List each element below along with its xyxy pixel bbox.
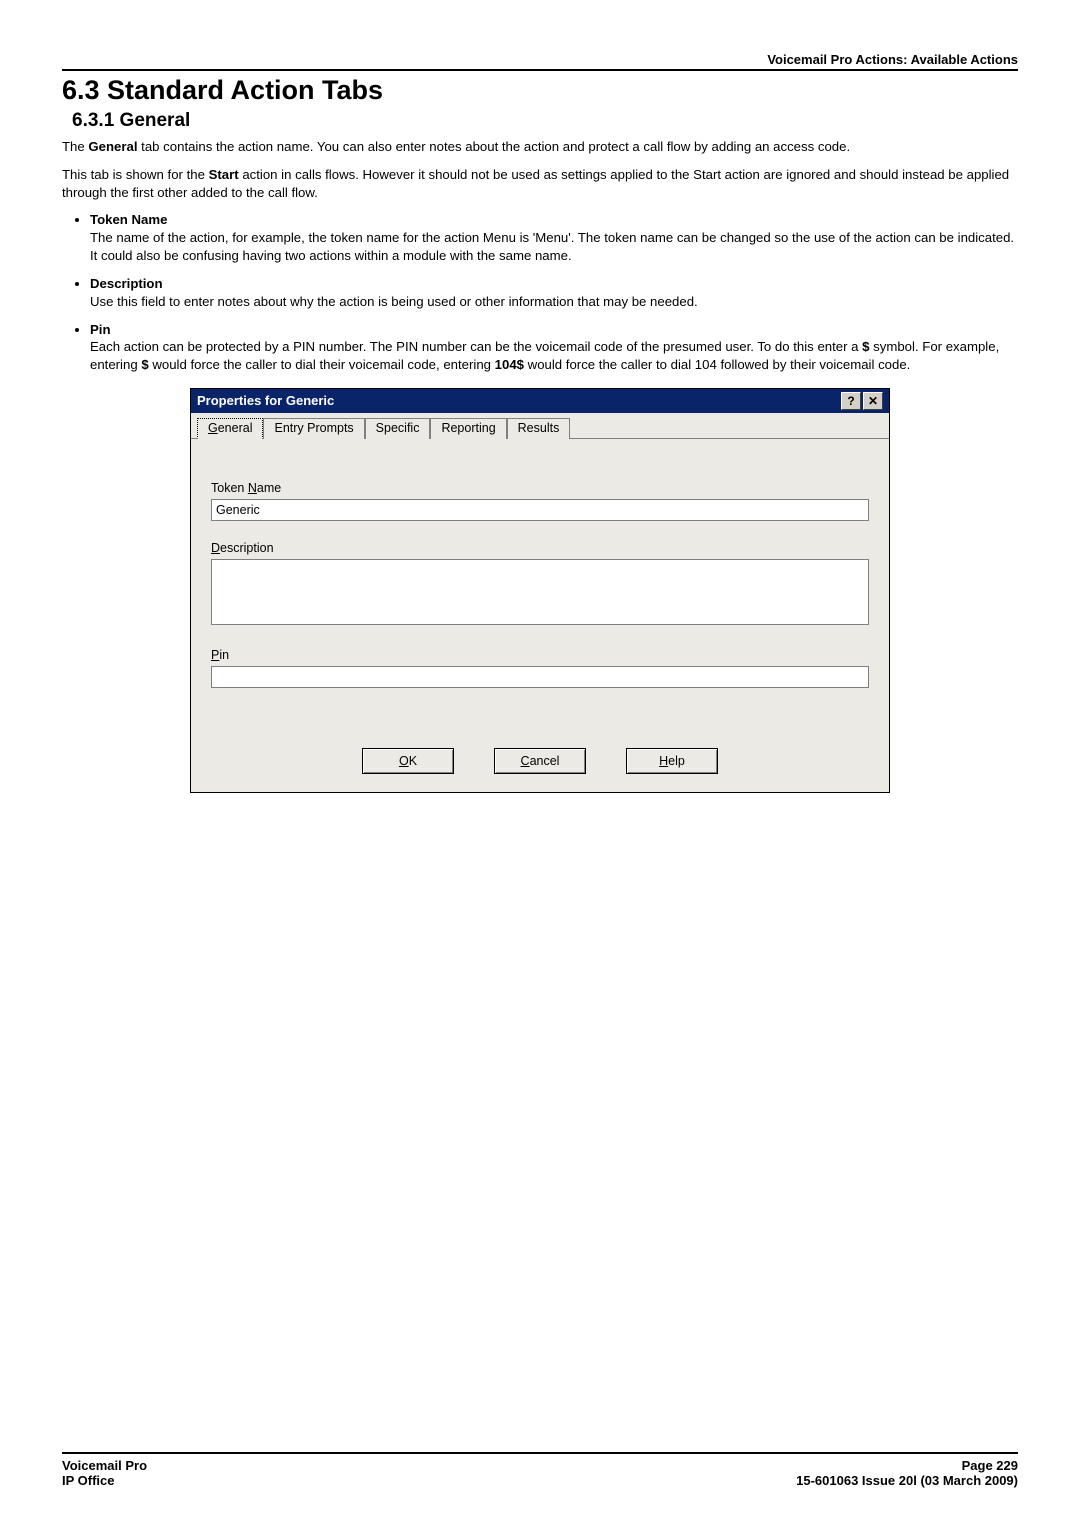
footer-left-2: IP Office [62,1473,115,1488]
p1-bold: General [88,139,137,154]
footer-left-1: Voicemail Pro [62,1458,147,1473]
token-label-post: ame [257,481,281,495]
p2-bold: Start [209,167,239,182]
cancel-button[interactable]: Cancel [494,748,586,774]
bullet-body-1: Use this field to enter notes about why … [90,294,698,309]
desc-label-post: escription [220,541,274,555]
tab-reporting[interactable]: Reporting [430,418,506,439]
ok-button[interactable]: OK [362,748,454,774]
description-label: Description [211,541,869,555]
ok-u: O [399,754,409,768]
bullet-pin-b2: $ [141,357,148,372]
bullet-title-0: Token Name [90,212,167,227]
bullet-description: Description Use this field to enter note… [90,275,1018,311]
properties-dialog: Properties for Generic ? ✕ General Entry… [190,388,890,793]
help-icon[interactable]: ? [841,392,861,410]
dialog-title: Properties for Generic [197,393,334,408]
pin-label: Pin [211,648,869,662]
pin-input[interactable] [211,666,869,688]
bottom-rule [62,1452,1018,1454]
cancel-t: ancel [530,754,560,768]
tab-general-t: eneral [218,421,253,435]
token-label-pre: Token [211,481,248,495]
help-button[interactable]: Help [626,748,718,774]
bullet-token-name: Token Name The name of the action, for e… [90,211,1018,264]
footer-right-2: 15-601063 Issue 20l (03 March 2009) [796,1473,1018,1488]
p2-pre: This tab is shown for the [62,167,209,182]
tab-entry-prompts[interactable]: Entry Prompts [263,418,364,439]
description-input[interactable] [211,559,869,625]
ok-t: K [409,754,417,768]
intro-paragraph-2: This tab is shown for the Start action i… [62,166,1018,202]
tab-general-u: G [208,421,218,435]
footer-right-1: Page 229 [962,1458,1018,1473]
help-t: elp [668,754,685,768]
token-label-u: N [248,481,257,495]
p1-post: tab contains the action name. You can al… [138,139,851,154]
section-title: 6.3 Standard Action Tabs [62,75,1018,106]
bullet-list: Token Name The name of the action, for e… [62,211,1018,374]
top-rule [62,69,1018,71]
bullet-body-0: The name of the action, for example, the… [90,230,1014,263]
section-subtitle: 6.3.1 General [72,110,1018,132]
help-u: H [659,754,668,768]
tab-strip: General Entry Prompts Specific Reporting… [191,413,889,439]
tab-specific[interactable]: Specific [365,418,431,439]
bullet-pin-post: would force the caller to dial 104 follo… [524,357,910,372]
page-footer: Voicemail Pro Page 229 IP Office 15-6010… [62,1452,1018,1488]
bullet-pin-pre: Each action can be protected by a PIN nu… [90,339,862,354]
dialog-titlebar: Properties for Generic ? ✕ [191,389,889,413]
bullet-pin: Pin Each action can be protected by a PI… [90,321,1018,374]
cancel-u: C [521,754,530,768]
tab-general[interactable]: General [197,418,263,439]
close-icon[interactable]: ✕ [863,392,883,410]
header-breadcrumb: Voicemail Pro Actions: Available Actions [62,52,1018,67]
desc-label-u: D [211,541,220,555]
titlebar-buttons: ? ✕ [841,392,883,410]
bullet-pin-b3: 104$ [495,357,524,372]
token-name-label: Token Name [211,481,869,495]
bullet-title-2: Pin [90,322,111,337]
dialog-button-row: OK Cancel Help [191,708,889,792]
bullet-title-1: Description [90,276,163,291]
pin-label-post: in [219,648,229,662]
tab-results[interactable]: Results [507,418,571,439]
bullet-pin-b1: $ [862,339,869,354]
token-name-input[interactable] [211,499,869,521]
intro-paragraph-1: The General tab contains the action name… [62,138,1018,156]
dialog-body: Token Name Description Pin [191,439,889,708]
p1-pre: The [62,139,88,154]
bullet-pin-mid2: would force the caller to dial their voi… [149,357,495,372]
